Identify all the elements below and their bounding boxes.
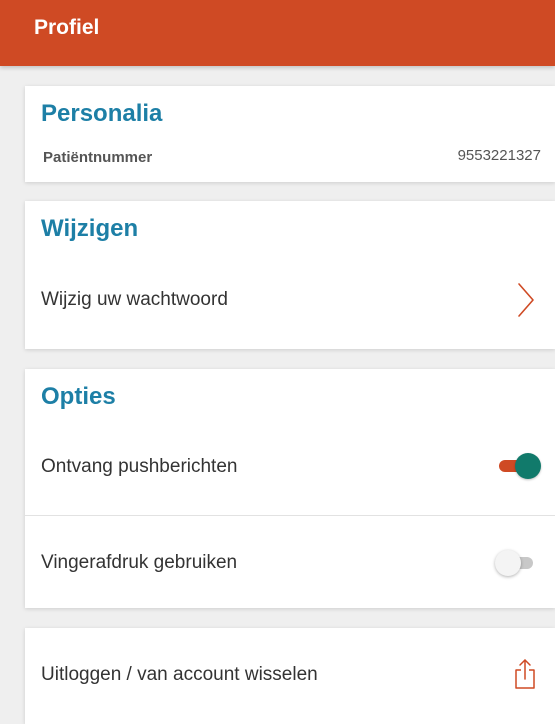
fingerprint-label: Vingerafdruk gebruiken [41,552,238,573]
chevron-right-icon [518,283,534,317]
toggle-knob [495,550,521,576]
personalia-title: Personalia [41,100,163,127]
change-password-row[interactable]: Wijzig uw wachtwoord [25,267,555,339]
logout-label: Uitloggen / van account wisselen [41,664,318,685]
app-header: Profiel [0,0,555,66]
logout-card[interactable]: Uitloggen / van account wisselen [25,628,555,724]
patient-number-value: 9553221327 [457,147,541,164]
fingerprint-toggle[interactable] [495,548,541,578]
profile-screen: Profiel Personalia Patiëntnummer 9553221… [0,0,555,724]
options-card: Opties Ontvang pushberichten Vingerafdru… [25,369,555,608]
push-notifications-toggle[interactable] [495,451,541,481]
options-section-title: Opties [41,383,116,410]
patient-number-label: Patiëntnummer [43,149,153,166]
personalia-card: Personalia Patiëntnummer 9553221327 [25,86,555,182]
change-section-title: Wijzigen [41,215,139,242]
push-notifications-label: Ontvang pushberichten [41,456,238,477]
change-password-label: Wijzig uw wachtwoord [41,289,228,310]
share-icon[interactable] [513,658,537,690]
divider [25,515,555,516]
toggle-knob [515,453,541,479]
page-title: Profiel [34,16,100,39]
change-card: Wijzigen Wijzig uw wachtwoord [25,201,555,349]
